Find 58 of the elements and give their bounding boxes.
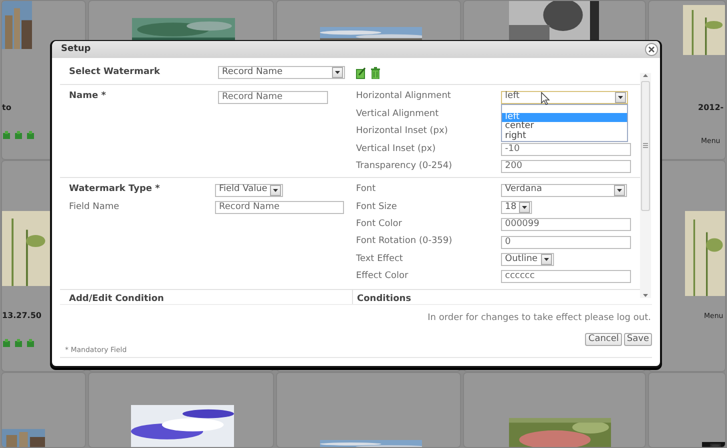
dropdown-option[interactable]: center [502, 122, 627, 132]
action-button[interactable]: Save [624, 332, 652, 346]
field-label: Select Watermark [69, 66, 161, 79]
input-field[interactable]: cccccc [501, 270, 631, 284]
dropdown-field[interactable]: Record Name [218, 66, 345, 80]
caret-icon [618, 96, 623, 99]
field-label: Horizontal Alignment [356, 90, 452, 104]
input-field[interactable]: 200 [501, 160, 631, 174]
photo-caption: to [2, 103, 12, 113]
input-field[interactable]: -10 [501, 142, 631, 156]
tool-icon[interactable] [26, 131, 35, 140]
caret-icon [522, 206, 528, 209]
scroll-up-icon[interactable] [642, 73, 649, 78]
dialog-title: Setup [61, 42, 91, 56]
tool-icon[interactable] [2, 339, 11, 348]
section-heading: Add/Edit Condition [68, 292, 165, 304]
close-icon [648, 46, 655, 53]
field-label: Font [356, 183, 377, 196]
field-label: Effect Color [356, 270, 410, 284]
photo-caption: 2012- [698, 103, 724, 113]
action-button[interactable]: Cancel [585, 332, 622, 346]
scrollbar[interactable] [640, 73, 651, 298]
grip-icon [643, 143, 648, 148]
field-label: Field Name [69, 200, 120, 214]
dropdown-field[interactable]: 18 [501, 200, 532, 214]
field-label: Font Rotation (0-359) [356, 235, 454, 248]
caret-icon [544, 258, 549, 262]
caret-icon [273, 188, 278, 192]
tool-icon[interactable] [26, 339, 35, 348]
field-label: Transparency (0-254) [356, 160, 454, 173]
dropdown-field[interactable]: Outline [501, 253, 554, 266]
field-label: Horizontal Inset (px) [356, 125, 449, 138]
input-field[interactable]: Record Name [215, 200, 344, 214]
field-label: Vertical Alignment [356, 108, 440, 121]
field-label: Vertical Inset (px) [356, 142, 437, 156]
edit-icon[interactable] [356, 66, 366, 79]
scrollbar-thumb[interactable] [641, 80, 650, 210]
dropdown-field[interactable]: Verdana [501, 184, 627, 197]
close-button[interactable] [645, 43, 658, 56]
tool-icon[interactable] [2, 131, 11, 140]
input-field[interactable]: 0 [501, 236, 631, 249]
dropdown-field[interactable]: Field Value [215, 184, 284, 197]
photo-caption: 13.27.50 [2, 311, 42, 321]
trash-icon[interactable] [371, 66, 380, 79]
field-label: Name * [69, 90, 107, 104]
caret-icon [335, 71, 340, 74]
field-label: Font Size [356, 200, 398, 214]
tool-icon[interactable] [14, 131, 23, 140]
dropdown-option[interactable]: right [502, 132, 627, 142]
field-label: Text Effect [356, 252, 404, 266]
scroll-down-icon[interactable] [642, 293, 649, 298]
tool-icon[interactable] [14, 339, 23, 348]
field-label: Watermark Type * [69, 183, 161, 196]
input-field[interactable]: 000099 [501, 218, 631, 232]
logout-notice: In order for changes to take effect please log out. [426, 312, 652, 325]
field-label: Font Color [356, 218, 403, 232]
input-field[interactable]: Record Name [218, 90, 328, 104]
caret-icon [617, 188, 622, 192]
